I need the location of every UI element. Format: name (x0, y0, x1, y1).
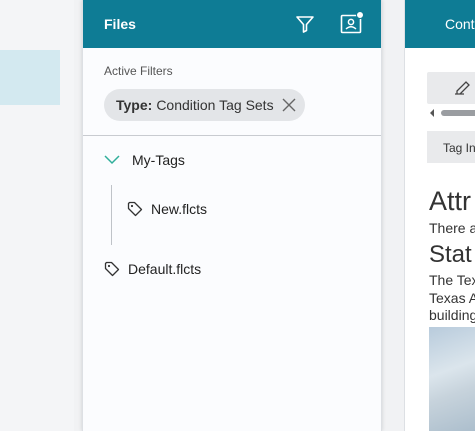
notification-dot (356, 11, 364, 19)
active-filters-label: Active Filters (104, 64, 173, 78)
tree-file-default[interactable]: Default.flcts (83, 257, 381, 281)
files-panel-title: Files (104, 16, 136, 32)
tree-folder-children: New.flcts (111, 185, 381, 245)
content-panel-tab[interactable]: Conte (405, 0, 475, 48)
files-panel: Files Active Filters Type: Condition Tag… (82, 0, 382, 431)
edit-button[interactable] (427, 72, 475, 104)
chevron-down-icon[interactable] (104, 155, 122, 165)
selected-nav-item[interactable] (0, 50, 60, 105)
filter-icon[interactable] (289, 8, 321, 40)
content-paragraph-line: Texas A (429, 290, 475, 306)
tree-file-label: Default.flcts (128, 261, 202, 277)
content-heading-2: Stat (429, 241, 472, 268)
files-panel-header: Files (83, 0, 381, 48)
filter-chip[interactable]: Type: Condition Tag Sets (104, 89, 305, 121)
content-paragraph-line: The Tex (429, 272, 475, 288)
content-heading-1: Attr (429, 186, 472, 216)
close-icon[interactable] (282, 98, 296, 112)
edit-icon (454, 80, 472, 101)
tree-folder-my-tags[interactable]: My-Tags (83, 148, 381, 172)
filter-chip-key: Type: (116, 97, 153, 113)
content-panel: Conte Tag In Attr There a Stat The Tex T… (404, 0, 475, 431)
contact-card-icon[interactable] (335, 8, 367, 40)
filter-chip-value: Condition Tag Sets (156, 97, 274, 113)
file-tree: My-Tags New.flcts Default.flcts (83, 136, 381, 281)
content-paragraph-line: building (429, 307, 475, 323)
tree-file-label: New.flcts (151, 201, 208, 217)
tree-folder-label: My-Tags (132, 152, 185, 168)
content-paragraph-1: There a (429, 220, 475, 236)
tag-icon (104, 261, 122, 277)
tag-icon (127, 201, 145, 217)
horizontal-scrollbar[interactable] (429, 106, 475, 118)
tree-file-new[interactable]: New.flcts (127, 197, 381, 221)
tag-info-tab[interactable]: Tag In (427, 131, 475, 163)
content-image (429, 327, 475, 431)
active-filters-section: Active Filters Type: Condition Tag Sets (83, 48, 381, 136)
